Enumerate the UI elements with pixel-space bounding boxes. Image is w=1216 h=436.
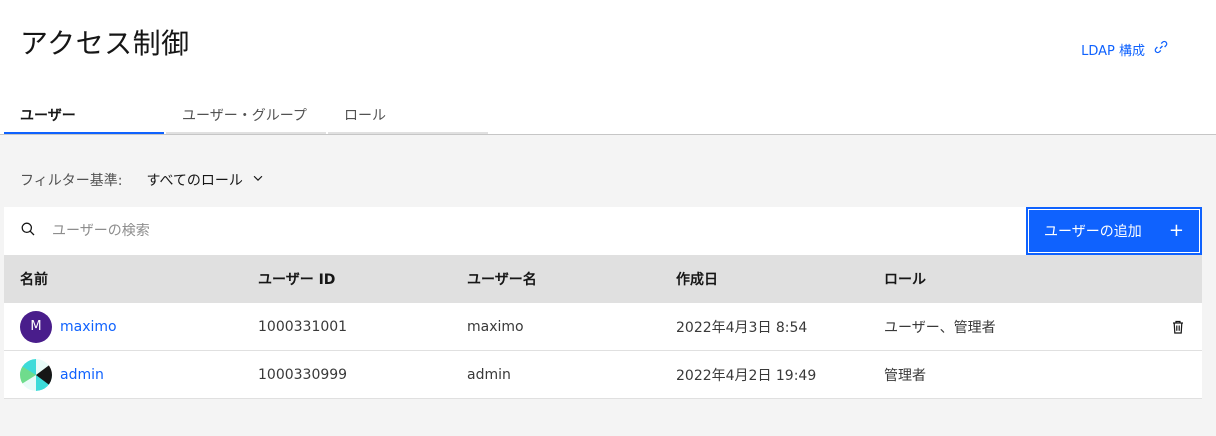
chevron-down-icon <box>251 171 265 189</box>
header-created[interactable]: 作成日 <box>676 269 884 289</box>
avatar: M <box>20 310 52 343</box>
user-name-link[interactable]: admin <box>60 367 104 383</box>
users-table: 名前 ユーザー ID ユーザー名 作成日 ロール M maximo 100033… <box>4 255 1202 399</box>
cell-role: 管理者 <box>884 367 926 384</box>
role-filter-dropdown[interactable]: すべてのロール <box>146 170 264 190</box>
header-role[interactable]: ロール <box>884 269 1154 289</box>
tab-list: ユーザー ユーザー・グループ ロール <box>4 97 490 134</box>
cell-user-id: 1000330999 <box>258 366 348 383</box>
cell-username: admin <box>467 366 511 383</box>
trash-icon[interactable] <box>1154 319 1202 335</box>
tab-user-groups[interactable]: ユーザー・グループ <box>166 97 326 134</box>
avatar <box>20 358 52 391</box>
page-header: アクセス制御 LDAP 構成 ユーザー ユーザー・グループ ロール <box>0 0 1216 135</box>
table-row: M maximo 1000331001 maximo 2022年4月3日 8:5… <box>4 303 1202 351</box>
search-box <box>4 207 1026 255</box>
header-name[interactable]: 名前 <box>4 269 258 289</box>
add-user-button[interactable]: ユーザーの追加 + <box>1026 207 1202 255</box>
header-username[interactable]: ユーザー名 <box>467 269 676 289</box>
filter-label: フィルター基準: <box>20 173 123 189</box>
add-user-label: ユーザーの追加 <box>1044 224 1142 240</box>
cell-username: maximo <box>467 318 524 335</box>
user-name-link[interactable]: maximo <box>60 319 117 335</box>
tab-roles[interactable]: ロール <box>328 97 488 134</box>
cell-created: 2022年4月2日 19:49 <box>676 367 817 384</box>
cell-name: M maximo <box>4 310 258 343</box>
ldap-config-link[interactable]: LDAP 構成 <box>1081 39 1169 59</box>
link-icon <box>1153 39 1169 59</box>
search-icon <box>20 221 52 241</box>
cell-user-id: 1000331001 <box>258 318 348 335</box>
header-user-id[interactable]: ユーザー ID <box>258 269 467 289</box>
table-header: 名前 ユーザー ID ユーザー名 作成日 ロール <box>4 255 1202 303</box>
tab-users[interactable]: ユーザー <box>4 97 164 134</box>
cell-created: 2022年4月3日 8:54 <box>676 319 808 336</box>
search-input[interactable] <box>52 223 952 239</box>
role-filter-value: すべてのロール <box>146 173 243 189</box>
plus-icon: + <box>1168 220 1184 241</box>
table-row: admin 1000330999 admin 2022年4月2日 19:49 管… <box>4 351 1202 399</box>
ldap-config-label: LDAP 構成 <box>1081 43 1145 59</box>
filter-row: フィルター基準: すべてのロール <box>20 170 265 190</box>
page-title: アクセス制御 <box>20 27 190 60</box>
cell-name: admin <box>4 358 258 391</box>
table-toolbar: ユーザーの追加 + <box>4 207 1202 255</box>
cell-role: ユーザー、管理者 <box>884 319 996 336</box>
